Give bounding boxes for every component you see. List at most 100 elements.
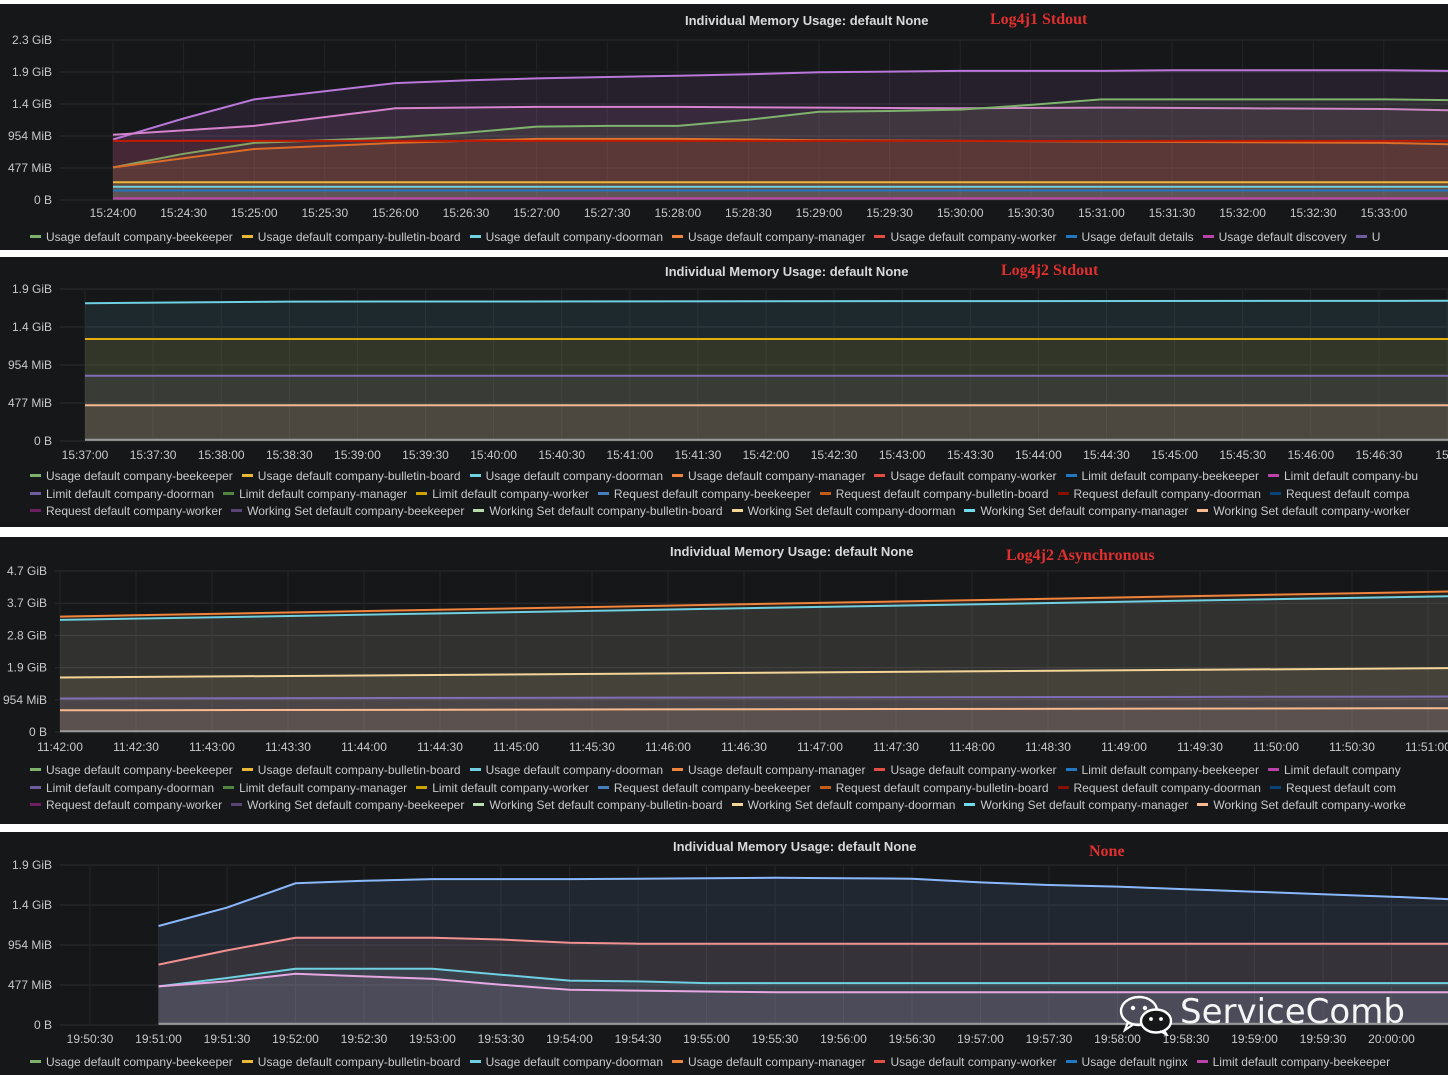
legend-item[interactable]: Usage default discovery xyxy=(1202,229,1347,247)
legend-item[interactable]: Usage default company-bulletin-board xyxy=(241,229,461,247)
y-tick-label: 954 MiB xyxy=(8,938,52,952)
legend-item[interactable]: Request default company-beekeeper xyxy=(597,780,811,798)
legend-item[interactable]: Usage default company-doorman xyxy=(469,468,663,486)
legend-item[interactable]: Limit default company-beekeeper xyxy=(1065,762,1259,780)
y-tick-label: 1.4 GiB xyxy=(12,97,52,111)
legend-item[interactable]: Limit default company-beekeeper xyxy=(1196,1054,1390,1072)
x-tick-label: 15:45:00 xyxy=(1151,448,1198,462)
legend-item[interactable]: Request default compa xyxy=(1269,486,1409,504)
legend-item[interactable]: Usage default company-doorman xyxy=(469,762,663,780)
legend-swatch xyxy=(1267,768,1279,772)
legend-item[interactable]: Usage default company-manager xyxy=(672,762,865,780)
legend-item[interactable]: Request default company-bulletin-board xyxy=(819,780,1049,798)
legend-item[interactable]: Usage default company-beekeeper xyxy=(30,229,233,247)
x-tick-label: 11:46:00 xyxy=(645,740,691,754)
legend-item[interactable]: Request default company-worker xyxy=(30,797,222,815)
legend-item[interactable]: Usage default details xyxy=(1065,229,1194,247)
legend-item[interactable]: Working Set default company-worker xyxy=(1197,503,1410,521)
legend-item[interactable]: Usage default company-worker xyxy=(874,1054,1057,1072)
legend-swatch xyxy=(30,768,41,772)
legend-item[interactable]: Usage default company-beekeeper xyxy=(30,762,233,780)
legend-item[interactable]: Request default company-doorman xyxy=(1057,486,1261,504)
legend-item[interactable]: Working Set default company-bulletin-boa… xyxy=(473,503,723,521)
legend-item[interactable]: Working Set default company-bulletin-boa… xyxy=(473,797,723,815)
x-tick-label: 15:38:00 xyxy=(198,448,245,462)
legend-swatch xyxy=(874,768,886,772)
legend-item[interactable]: Usage default company-worker xyxy=(874,762,1057,780)
x-tick-label: 15:46:30 xyxy=(1356,448,1403,462)
x-tick-label: 11:46:30 xyxy=(721,740,767,754)
legend-label: Limit default company-doorman xyxy=(46,486,215,501)
legend-label: Usage default company-beekeeper xyxy=(46,230,233,244)
x-tick-label: 15:44:00 xyxy=(1015,448,1062,462)
x-tick-label: 15:46:00 xyxy=(1287,448,1334,462)
x-tick-label: 19:54:00 xyxy=(546,1032,593,1046)
legend-label: Request default company-beekeeper xyxy=(613,486,811,501)
chart-panel-none: Individual Memory Usage: default None No… xyxy=(0,832,1448,1075)
legend-item[interactable]: Usage default company-manager xyxy=(672,468,865,486)
legend-swatch xyxy=(469,768,481,772)
legend-item[interactable]: Request default company-worker xyxy=(30,503,222,521)
x-tick-label: 11:48:30 xyxy=(1025,740,1071,754)
chart-panel-log4j1-stdout: Individual Memory Usage: default None Lo… xyxy=(0,4,1448,250)
legend-label: Working Set default company-beekeeper xyxy=(247,504,465,518)
legend-item[interactable]: U xyxy=(1355,229,1380,247)
legend-item[interactable]: Limit default company-worker xyxy=(416,486,589,504)
x-tick-label: 11:48:00 xyxy=(949,740,995,754)
legend-item[interactable]: Limit default company-bu xyxy=(1267,468,1418,486)
legend-item[interactable]: Working Set default company-manager xyxy=(964,797,1188,815)
legend-label: Request default company-doorman xyxy=(1073,486,1261,501)
legend-item[interactable]: Usage default company-doorman xyxy=(469,229,663,247)
legend-item[interactable]: Usage default company-manager xyxy=(672,1054,865,1072)
legend-item[interactable]: Working Set default company-worke xyxy=(1197,797,1406,815)
legend-label: Usage default company-manager xyxy=(688,763,866,777)
legend-swatch xyxy=(416,785,428,789)
legend-swatch xyxy=(241,474,253,478)
series-area xyxy=(85,405,1448,441)
legend-item[interactable]: Limit default company-manager xyxy=(223,780,407,798)
legend-item[interactable]: Working Set default company-beekeeper xyxy=(231,503,464,521)
legend-swatch xyxy=(1197,803,1209,807)
legend-label: Usage default company-manager xyxy=(688,469,866,483)
legend-item[interactable]: Usage default company-beekeeper xyxy=(30,468,233,486)
legend-swatch xyxy=(1269,785,1281,789)
legend-label: Working Set default company-manager xyxy=(980,504,1189,518)
legend-item[interactable]: Working Set default company-manager xyxy=(964,503,1188,521)
y-tick-label: 477 MiB xyxy=(8,978,52,992)
legend-item[interactable]: Limit default company-worker xyxy=(416,780,589,798)
legend-item[interactable]: Limit default company-manager xyxy=(223,486,407,504)
legend-item[interactable]: Usage default company-bulletin-board xyxy=(241,1054,461,1072)
legend-item[interactable]: Limit default company-doorman xyxy=(30,486,214,504)
legend-item[interactable]: Working Set default company-doorman xyxy=(731,503,955,521)
legend-item[interactable]: Usage default company-worker xyxy=(874,229,1057,247)
legend-item[interactable]: Usage default company-manager xyxy=(672,229,865,247)
x-tick-label: 11:44:30 xyxy=(417,740,463,754)
legend-item[interactable]: Usage default company-worker xyxy=(874,468,1057,486)
legend-item[interactable]: Usage default company-bulletin-board xyxy=(241,762,461,780)
x-tick-label: 15:42:00 xyxy=(743,448,790,462)
x-tick-label: 19:51:00 xyxy=(135,1032,182,1046)
x-tick-label: 15:31:00 xyxy=(1078,206,1125,220)
legend-swatch xyxy=(241,1060,253,1064)
legend-item[interactable]: Limit default company xyxy=(1267,762,1401,780)
legend-item[interactable]: Usage default company-bulletin-board xyxy=(241,468,461,486)
legend-item[interactable]: Request default company-beekeeper xyxy=(597,486,811,504)
legend-item[interactable]: Working Set default company-doorman xyxy=(731,797,956,815)
x-tick-label: 15:30:30 xyxy=(1007,206,1054,220)
legend-item[interactable]: Limit default company-doorman xyxy=(30,780,214,798)
legend-label: Working Set default company-doorman xyxy=(747,798,956,812)
legend-item[interactable]: Usage default nginx xyxy=(1065,1054,1188,1072)
legend-item[interactable]: Usage default company-beekeeper xyxy=(30,1054,233,1072)
legend-label: Limit default company-beekeeper xyxy=(1081,469,1259,483)
legend-item[interactable]: Request default com xyxy=(1269,780,1396,798)
y-tick-label: 4.7 GiB xyxy=(7,564,47,578)
legend-item[interactable]: Request default company-bulletin-board xyxy=(819,486,1049,504)
legend-label: Limit default company-manager xyxy=(239,486,408,501)
x-tick-label: 15:40:00 xyxy=(470,448,517,462)
x-tick-label: 15:27:00 xyxy=(513,206,560,220)
y-tick-label: 1.9 GiB xyxy=(12,282,52,296)
legend-item[interactable]: Request default company-doorman xyxy=(1057,780,1261,798)
legend-item[interactable]: Limit default company-beekeeper xyxy=(1065,468,1259,486)
legend-item[interactable]: Usage default company-doorman xyxy=(469,1054,663,1072)
legend-item[interactable]: Working Set default company-beekeeper xyxy=(231,797,464,815)
